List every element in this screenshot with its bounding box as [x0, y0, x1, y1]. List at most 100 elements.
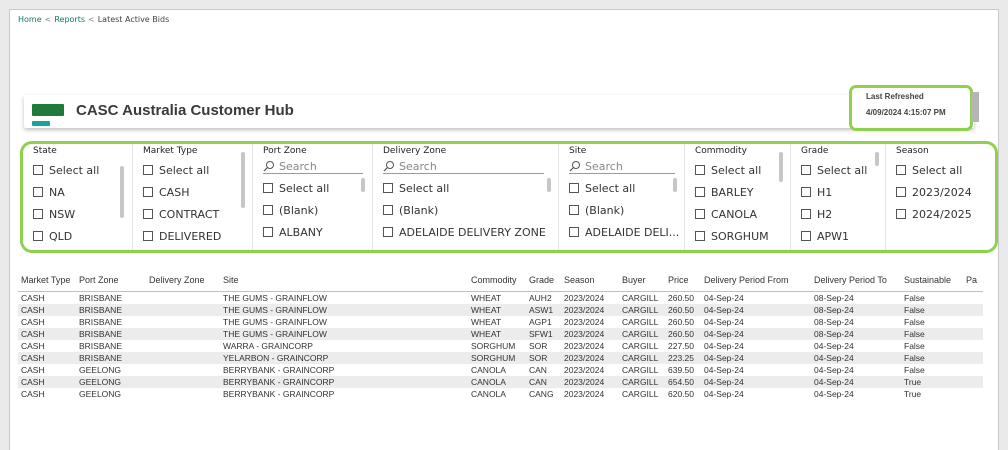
column-header[interactable]: Season	[561, 275, 619, 292]
port-zone-search-input[interactable]: Search	[263, 159, 364, 174]
checkbox[interactable]	[695, 187, 705, 197]
table-row[interactable]: CASH BRISBANE THE GUMS - GRAINFLOW WHEAT ASW…	[18, 304, 983, 316]
filter-option[interactable]: Select all	[569, 177, 684, 199]
checkbox[interactable]	[695, 165, 705, 175]
filter-option[interactable]: (Blank)	[569, 199, 684, 221]
checkbox[interactable]	[801, 209, 811, 219]
breadcrumb-reports-link[interactable]: Reports	[54, 15, 85, 24]
column-header[interactable]: Port Zone	[76, 275, 146, 292]
checkbox[interactable]	[143, 165, 153, 175]
delivery-zone-search-input[interactable]: Search	[383, 159, 544, 174]
checkbox[interactable]	[896, 165, 906, 175]
filter-option[interactable]: Select all	[33, 159, 132, 181]
checkbox[interactable]	[33, 165, 43, 175]
filter-option[interactable]: H2	[801, 203, 885, 225]
filter-port-zone: Port Zone Search Select all (Blank) ALBA…	[253, 144, 373, 250]
filter-option[interactable]: CONTRACT	[143, 203, 252, 225]
filter-option[interactable]: NA	[33, 181, 132, 203]
filter-option[interactable]: Select all	[801, 159, 885, 181]
checkbox[interactable]	[143, 209, 153, 219]
filter-option[interactable]: ADELAIDE DELIVERY ZONE	[383, 221, 558, 243]
column-header[interactable]: Delivery Period From	[701, 275, 811, 292]
checkbox[interactable]	[896, 187, 906, 197]
column-header[interactable]: Sustainable	[901, 275, 963, 292]
column-header[interactable]: Delivery Period To	[811, 275, 901, 292]
filter-scrollbar[interactable]	[875, 152, 879, 166]
table-cell: THE GUMS - GRAINFLOW	[220, 304, 468, 316]
column-header[interactable]: Commodity	[468, 275, 526, 292]
filter-option[interactable]: DELIVERED	[143, 225, 252, 247]
table-cell: AUH2	[529, 293, 552, 303]
checkbox[interactable]	[569, 205, 579, 215]
table-cell: 08-Sep-24	[811, 328, 901, 340]
table-row[interactable]: CASH BRISBANE YELARBON - GRAINCORP SORGHUM S…	[18, 352, 983, 364]
filter-option[interactable]: CASH	[143, 181, 252, 203]
column-header[interactable]: Delivery Zone	[146, 275, 220, 292]
filter-scrollbar[interactable]	[547, 178, 551, 192]
filter-option[interactable]: QLD	[33, 225, 132, 247]
column-header[interactable]: Grade	[526, 275, 561, 292]
checkbox[interactable]	[695, 209, 705, 219]
table-row[interactable]: CASH GEELONG BERRYBANK - GRAINCORP CANOLA CA…	[18, 364, 983, 376]
filter-option[interactable]: H1	[801, 181, 885, 203]
checkbox[interactable]	[801, 165, 811, 175]
table-row[interactable]: CASH BRISBANE THE GUMS - GRAINFLOW WHEAT SFW…	[18, 328, 983, 340]
checkbox[interactable]	[569, 183, 579, 193]
filter-option[interactable]: Select all	[263, 177, 372, 199]
filter-option[interactable]: Select all	[143, 159, 252, 181]
filter-option[interactable]: 2023/2024	[896, 181, 995, 203]
table-cell: False	[904, 341, 925, 351]
column-header[interactable]: Site	[220, 275, 468, 292]
column-header[interactable]: Price	[665, 275, 701, 292]
checkbox[interactable]	[383, 183, 393, 193]
table-row[interactable]: CASH BRISBANE WARRA - GRAINCORP SORGHUM SOR 2…	[18, 340, 983, 352]
table-cell: CAN	[529, 365, 547, 375]
filter-scrollbar[interactable]	[241, 152, 245, 208]
filter-scrollbar[interactable]	[673, 178, 677, 192]
table-cell	[963, 328, 983, 340]
checkbox[interactable]	[33, 209, 43, 219]
checkbox[interactable]	[263, 183, 273, 193]
filter-option[interactable]: NSW	[33, 203, 132, 225]
filter-option[interactable]: CANOLA	[695, 203, 790, 225]
chevron-left-icon: <	[44, 15, 52, 24]
checkbox[interactable]	[263, 205, 273, 215]
filter-title: Site	[569, 146, 587, 156]
table-cell: CANG	[529, 389, 554, 399]
column-header[interactable]: Market Type	[18, 275, 76, 292]
table-row[interactable]: CASH BRISBANE THE GUMS - GRAINFLOW WHEAT AUH…	[18, 292, 983, 305]
filter-option[interactable]: BARLEY	[695, 181, 790, 203]
filter-option[interactable]: 2024/2025	[896, 203, 995, 225]
checkbox[interactable]	[896, 209, 906, 219]
checkbox[interactable]	[801, 231, 811, 241]
filter-option[interactable]: Select all	[383, 177, 558, 199]
checkbox[interactable]	[263, 227, 273, 237]
checkbox[interactable]	[33, 231, 43, 241]
checkbox[interactable]	[383, 227, 393, 237]
filter-scrollbar[interactable]	[779, 152, 783, 182]
checkbox[interactable]	[143, 231, 153, 241]
table-row[interactable]: CASH GEELONG BERRYBANK - GRAINCORP CANOLA CA…	[18, 388, 983, 400]
filter-option[interactable]: ADELAIDE DELI...	[569, 221, 684, 243]
filter-option[interactable]: Select all	[896, 159, 995, 181]
filter-option[interactable]: ALBANY	[263, 221, 372, 243]
filter-scrollbar[interactable]	[120, 166, 124, 218]
filter-option[interactable]: Select all	[695, 159, 790, 181]
site-search-input[interactable]: Search	[569, 159, 675, 174]
breadcrumb-home-link[interactable]: Home	[18, 15, 42, 24]
checkbox[interactable]	[383, 205, 393, 215]
filter-scrollbar[interactable]	[361, 178, 365, 192]
table-row[interactable]: CASH GEELONG BERRYBANK - GRAINCORP CANOLA CA…	[18, 376, 983, 388]
checkbox[interactable]	[695, 231, 705, 241]
checkbox[interactable]	[143, 187, 153, 197]
filter-option[interactable]: SORGHUM	[695, 225, 790, 247]
filter-option[interactable]: (Blank)	[383, 199, 558, 221]
filter-option[interactable]: (Blank)	[263, 199, 372, 221]
checkbox[interactable]	[33, 187, 43, 197]
table-row[interactable]: CASH BRISBANE THE GUMS - GRAINFLOW WHEAT AGP…	[18, 316, 983, 328]
column-header[interactable]: Buyer	[619, 275, 665, 292]
checkbox[interactable]	[801, 187, 811, 197]
checkbox[interactable]	[569, 227, 579, 237]
column-header[interactable]: Pa	[963, 275, 983, 292]
filter-option[interactable]: APW1	[801, 225, 885, 247]
